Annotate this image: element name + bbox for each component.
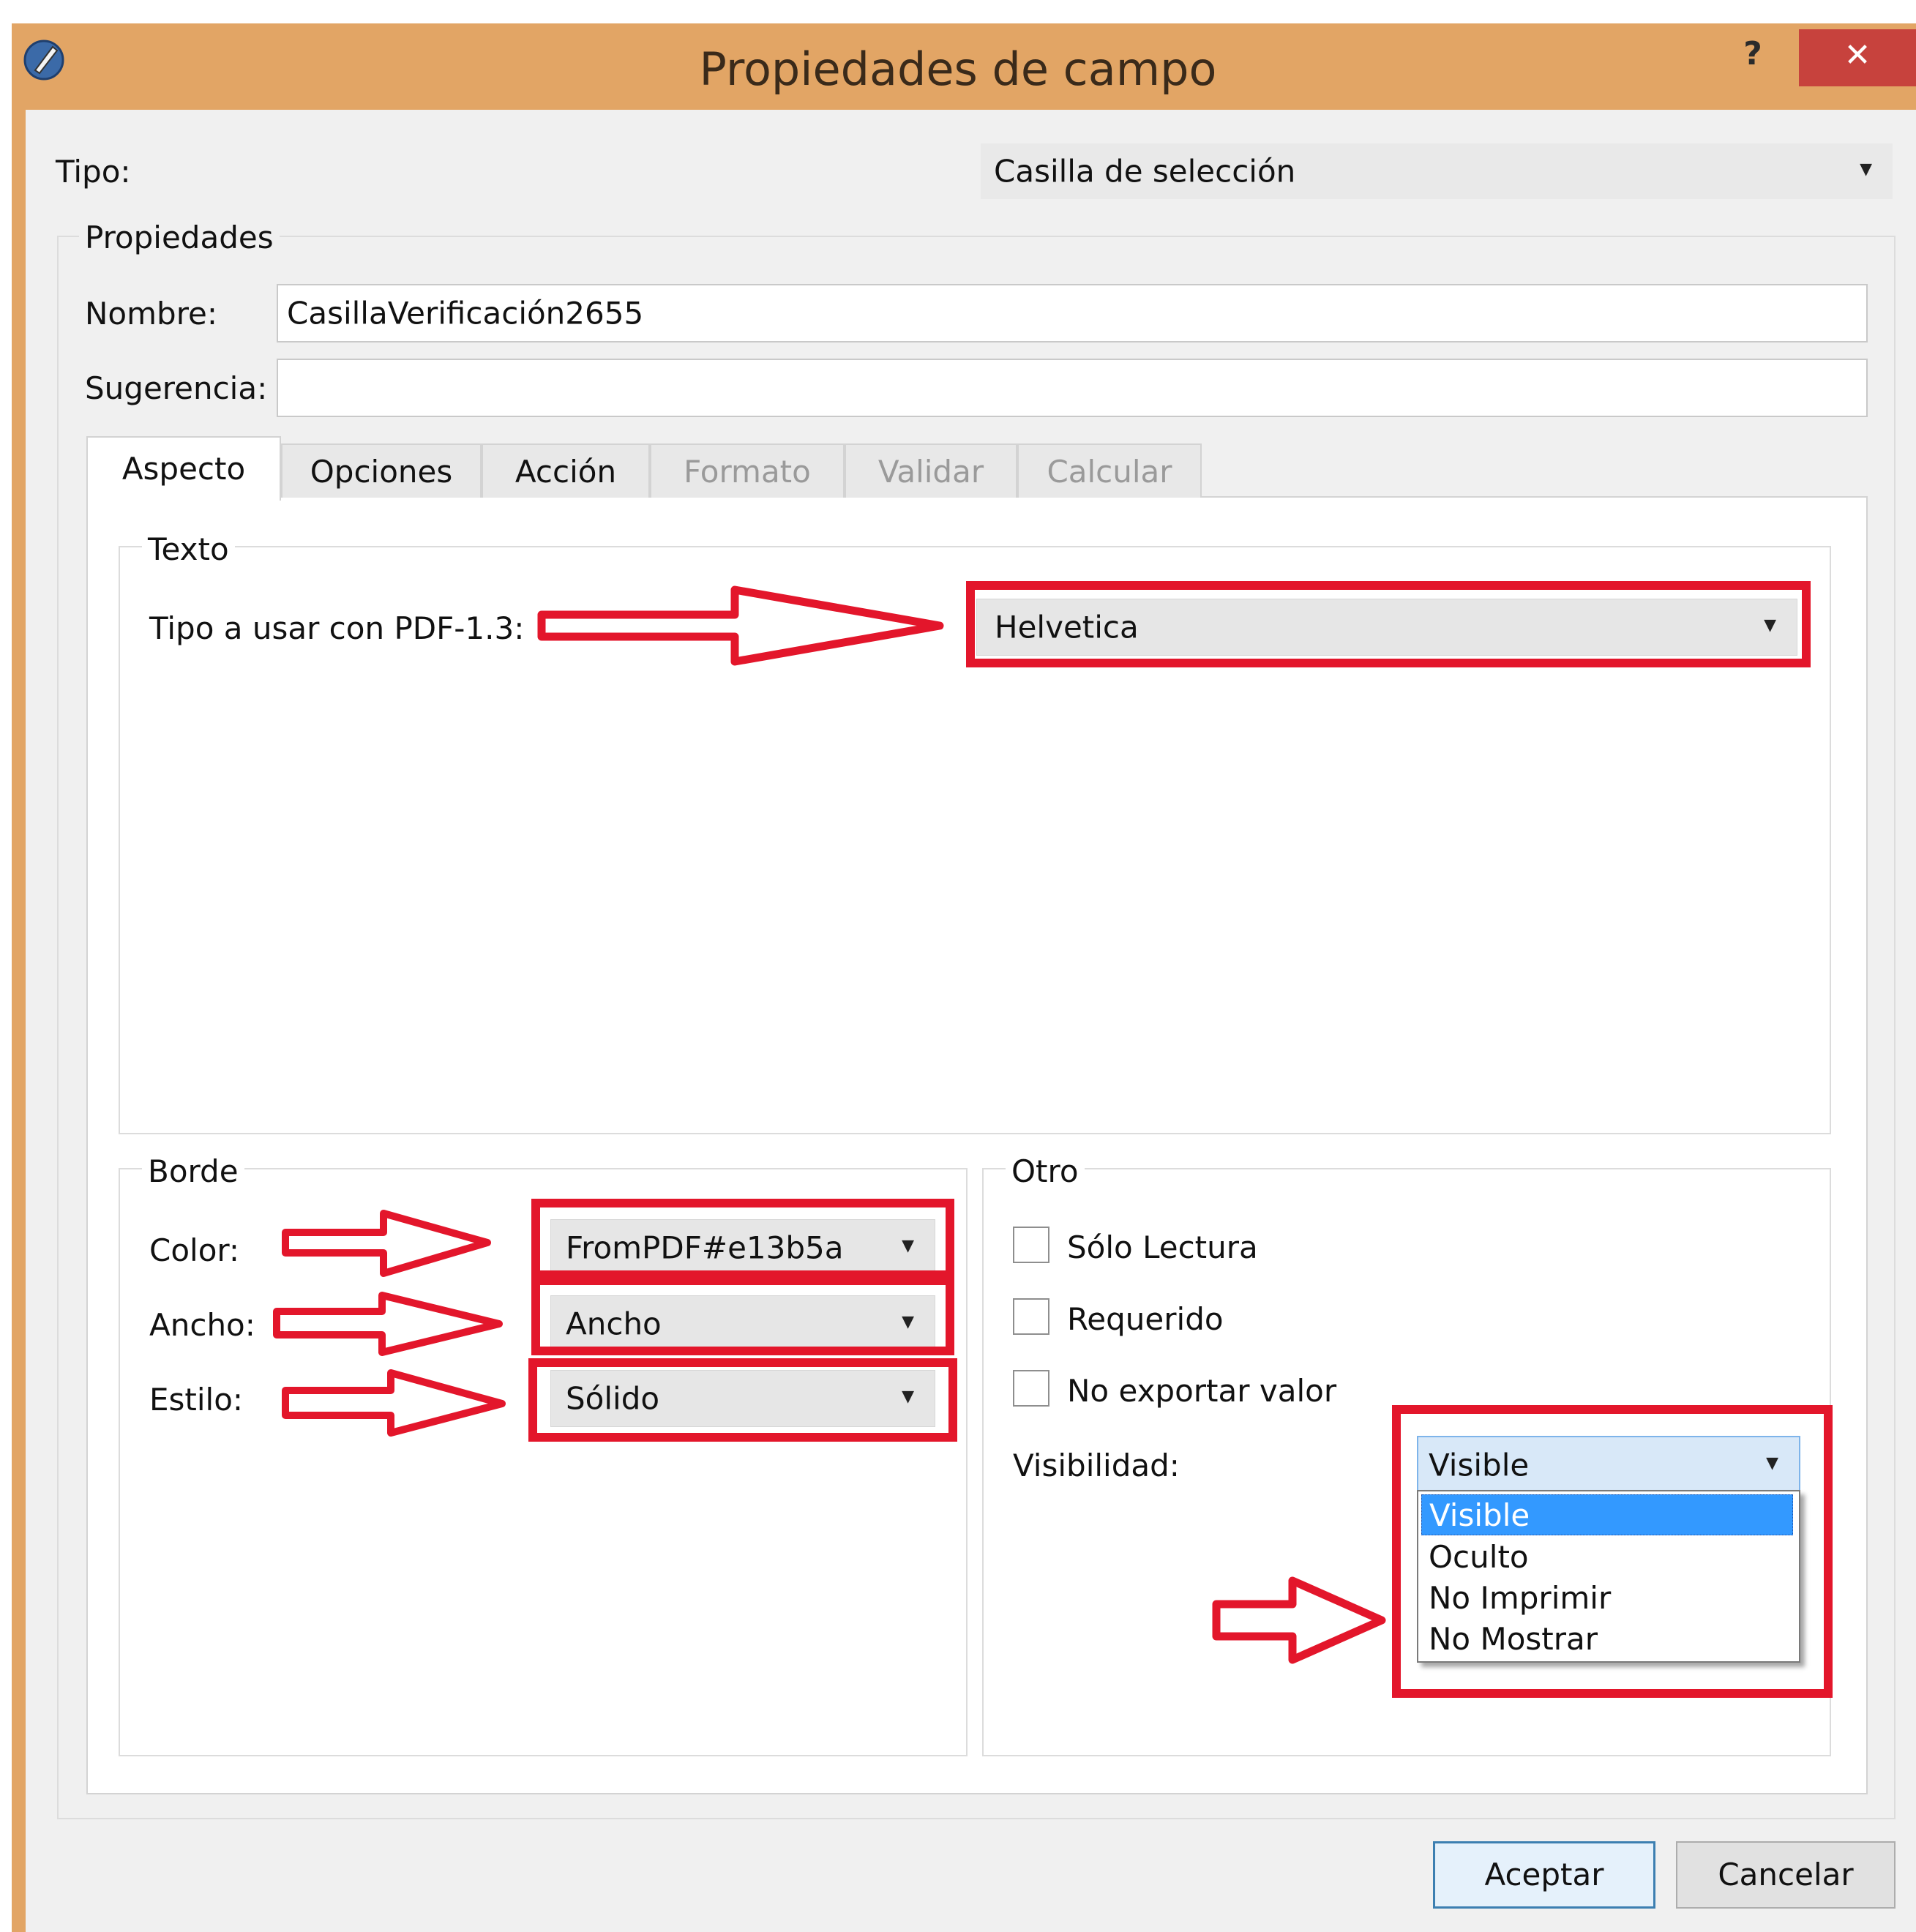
otro-group-label: Otro [1006, 1153, 1085, 1189]
color-label: Color: [149, 1232, 240, 1268]
nombre-label: Nombre: [85, 296, 218, 332]
chevron-down-icon: ▼ [1860, 160, 1872, 179]
annotation-box-estilo [528, 1358, 957, 1442]
sugerencia-label: Sugerencia: [85, 370, 268, 406]
texto-group-label: Texto [142, 531, 235, 567]
solo-lectura-checkbox[interactable] [1013, 1227, 1049, 1263]
tipo-label: Tipo: [56, 154, 131, 190]
ancho-label: Ancho: [149, 1307, 255, 1343]
requerido-checkbox[interactable] [1013, 1298, 1049, 1335]
tab-validar[interactable]: Validar [845, 443, 1017, 498]
nombre-field[interactable]: CasillaVerificación2655 [277, 284, 1868, 342]
nombre-field-value: CasillaVerificación2655 [287, 295, 644, 332]
annotation-box-visibilidad [1392, 1405, 1833, 1698]
annotation-arrow-icon [1212, 1576, 1386, 1664]
requerido-label: Requerido [1067, 1301, 1224, 1337]
close-icon: ✕ [1844, 37, 1871, 74]
aceptar-button[interactable]: Aceptar [1433, 1841, 1655, 1909]
annotation-box-font [966, 581, 1811, 667]
tab-formato[interactable]: Formato [650, 443, 845, 498]
borde-group-label: Borde [142, 1153, 244, 1189]
no-exportar-checkbox[interactable] [1013, 1370, 1049, 1407]
font-label: Tipo a usar con PDF-1.3: [149, 610, 525, 646]
cancelar-button[interactable]: Cancelar [1676, 1841, 1896, 1909]
close-button[interactable]: ✕ [1799, 29, 1916, 86]
no-exportar-label: No exportar valor [1067, 1373, 1337, 1409]
window-title: Propiedades de campo [699, 42, 1217, 96]
visibilidad-label: Visibilidad: [1013, 1448, 1180, 1483]
help-button[interactable]: ? [1734, 35, 1771, 79]
annotation-box-color [531, 1199, 954, 1279]
propiedades-group-label: Propiedades [79, 220, 280, 255]
tipo-select-value: Casilla de selección [994, 153, 1296, 190]
annotation-arrow-icon [282, 1210, 491, 1277]
annotation-arrow-icon [282, 1369, 506, 1437]
annotation-arrow-icon [273, 1292, 503, 1356]
tipo-select[interactable]: Casilla de selección ▼ [981, 143, 1893, 199]
annotation-arrow-icon [537, 585, 944, 666]
estilo-label: Estilo: [149, 1382, 244, 1418]
tab-opciones[interactable]: Opciones [281, 443, 482, 498]
solo-lectura-label: Sólo Lectura [1067, 1229, 1258, 1265]
tab-accion[interactable]: Acción [482, 443, 650, 498]
tab-aspecto[interactable]: Aspecto [86, 436, 281, 501]
sugerencia-field[interactable] [277, 359, 1868, 417]
annotation-box-ancho [531, 1276, 954, 1355]
tab-calcular[interactable]: Calcular [1017, 443, 1202, 498]
